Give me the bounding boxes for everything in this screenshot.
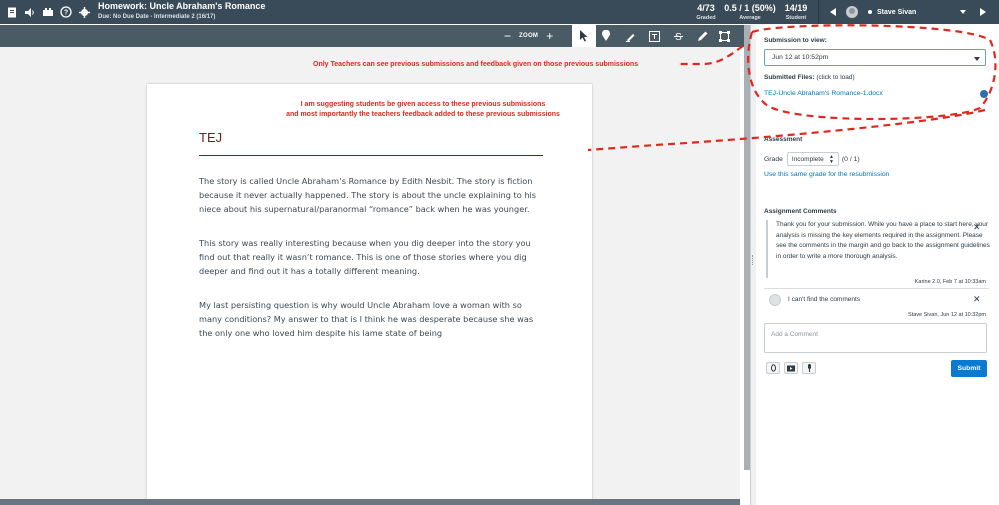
annotation-overlay <box>587 24 997 152</box>
annotation-dashed-ellipse <box>747 24 997 121</box>
annotation-arrow-top <box>680 45 744 66</box>
annotation-arrow-bottom <box>587 108 986 152</box>
